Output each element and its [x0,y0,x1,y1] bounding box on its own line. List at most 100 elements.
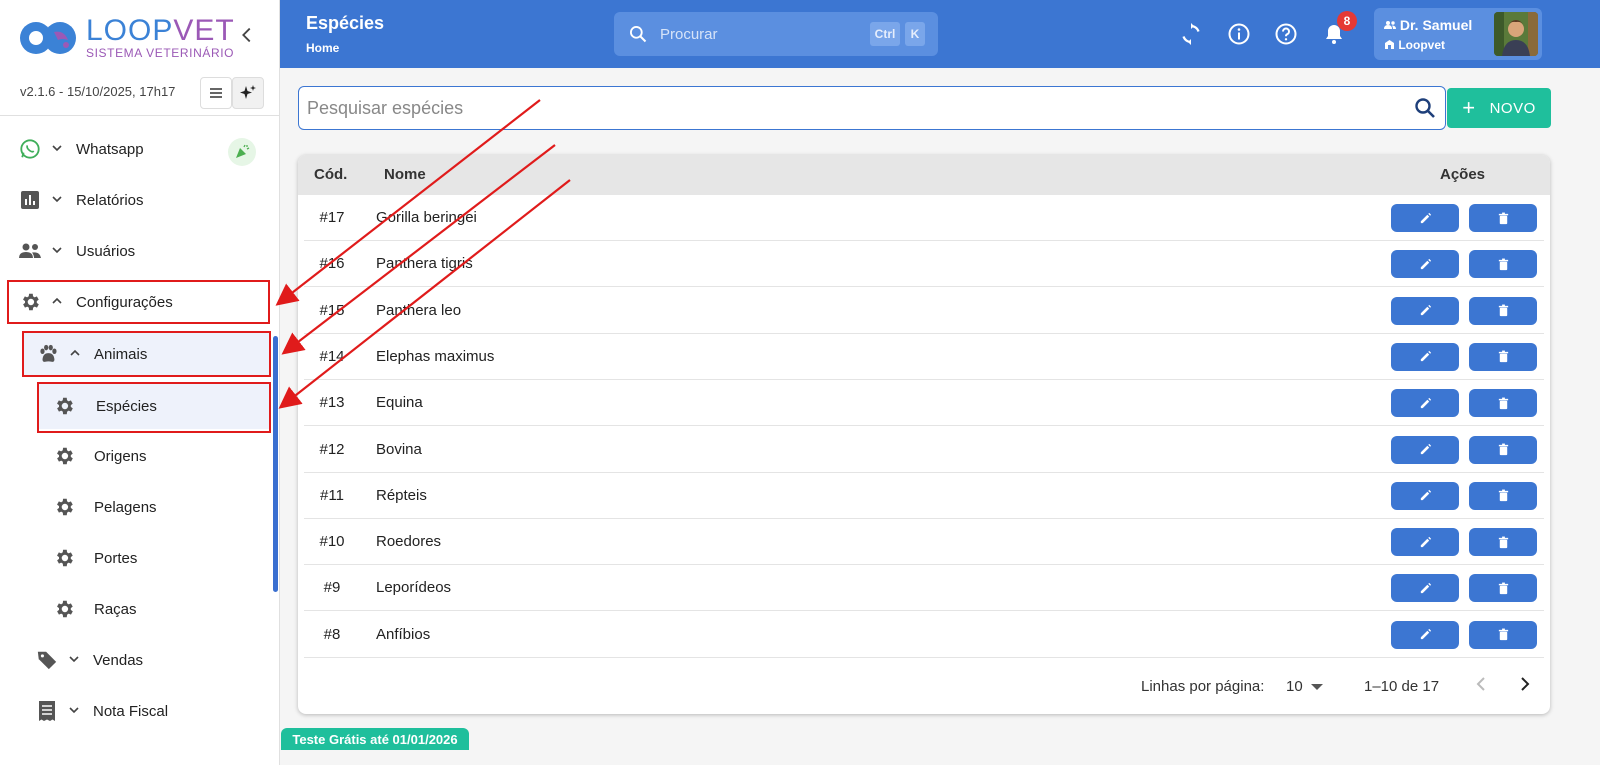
edit-button[interactable] [1391,574,1459,603]
cell-cod: #12 [319,440,345,458]
sidebar-item-pelagens[interactable]: Pelagens [0,484,278,530]
pencil-icon [1420,629,1431,640]
cell-cod: #17 [319,209,345,226]
new-button-label: NOVO [1489,99,1536,117]
cell-cod: #15 [319,301,345,319]
notification-badge: 8 [1337,11,1357,31]
delete-button[interactable] [1469,528,1537,557]
sidebar-item-label: Pelagens [94,498,157,516]
sidebar-item-label: Whatsapp [76,140,144,158]
pencil-icon [1420,397,1431,408]
table-row[interactable]: #12 Bovina [304,427,1544,473]
rows-per-page-select[interactable]: 10 [1286,678,1323,695]
delete-button[interactable] [1469,342,1537,371]
table-row[interactable]: #14 Elephas maximus [304,334,1544,380]
trash-icon [1498,258,1508,270]
edit-button[interactable] [1391,296,1459,325]
chevron-up-icon [66,347,84,362]
table-row[interactable]: #11 Répteis [304,473,1544,519]
version-text: v2.1.6 - 15/10/2025, 17h17 [20,84,176,99]
sidebar-item-origens[interactable]: Origens [0,433,278,479]
global-search[interactable]: Procurar Ctrl K [614,12,938,56]
cell-cod: #9 [323,579,341,597]
sidebar-item-configuracoes[interactable]: Configurações [0,279,278,325]
delete-button[interactable] [1469,250,1537,279]
chevron-down-icon [48,193,66,208]
cell-nome: Panthera leo [376,301,462,319]
edit-button[interactable] [1391,250,1459,279]
user-org-text: Loopvet [1398,38,1446,52]
chevron-down-icon [65,653,83,668]
sidebar-item-usuarios[interactable]: Usuários [0,228,278,274]
sync-icon[interactable] [1179,22,1203,46]
species-search-input[interactable] [307,95,1397,121]
breadcrumb-home[interactable]: Home [306,41,339,55]
sidebar-item-animais[interactable]: Animais [22,331,270,377]
table-row[interactable]: #15 Panthera leo [304,288,1544,334]
sidebar-item-nota-fiscal[interactable]: Nota Fiscal [0,688,278,734]
search-icon [630,26,647,43]
edit-button[interactable] [1391,204,1459,232]
avatar [1494,12,1538,56]
table-row[interactable]: #13 Equina [304,380,1544,427]
delete-button[interactable] [1469,620,1537,649]
prev-page-button[interactable] [1474,675,1488,699]
edit-button[interactable] [1391,342,1459,371]
pencil-icon [1420,305,1431,316]
edit-button[interactable] [1391,389,1459,418]
sidebar-item-especies[interactable]: Espécies [38,383,270,429]
table-row[interactable]: #17 Gorilla beringei [304,195,1544,241]
collapse-sidebar-button[interactable] [236,24,258,46]
brand-logo[interactable]: LOOPVET SISTEMA VETERINÁRIO [18,16,235,59]
trial-banner[interactable]: Teste Grátis até 01/01/2026 [281,728,469,750]
top-header: Espécies Home Procurar Ctrl K 8 Dr. Samu… [280,0,1600,68]
species-search-field[interactable] [298,86,1446,130]
menu-toggle-button[interactable] [200,77,232,109]
delete-button[interactable] [1469,296,1537,325]
user-menu[interactable]: Dr. Samuel Loopvet [1374,8,1542,60]
page-range: 1–10 de 17 [1364,678,1440,695]
delete-button[interactable] [1469,389,1537,418]
edit-button[interactable] [1391,528,1459,557]
party-icon[interactable] [228,138,256,166]
info-icon[interactable] [1227,22,1251,46]
sidebar-item-vendas[interactable]: Vendas [0,637,278,683]
ai-sparkle-button[interactable] [232,77,264,109]
pencil-icon [1420,258,1431,269]
table-row[interactable]: #9 Leporídeos [304,565,1544,612]
sidebar-item-racas[interactable]: Raças [0,586,278,632]
search-icon[interactable] [1413,96,1437,120]
delete-button[interactable] [1469,435,1537,464]
help-icon[interactable] [1274,22,1298,46]
delete-button[interactable] [1469,481,1537,510]
user-org: Loopvet [1384,38,1445,52]
receipt-icon [35,699,59,723]
delete-button[interactable] [1469,204,1537,232]
sidebar-scrollbar[interactable] [273,336,278,592]
table-row[interactable]: #10 Roedores [304,519,1544,566]
table-row[interactable]: #16 Panthera tigris [304,241,1544,288]
column-header-cod[interactable]: Cód. [314,166,347,183]
next-page-button[interactable] [1518,675,1532,699]
gear-icon [52,495,76,519]
edit-button[interactable] [1391,620,1459,649]
column-header-nome[interactable]: Nome [384,166,426,183]
delete-button[interactable] [1469,574,1537,603]
edit-button[interactable] [1391,435,1459,464]
cell-nome: Elephas maximus [376,347,495,365]
hamburger-icon [210,88,222,98]
sidebar-item-label: Origens [94,447,147,465]
new-species-button[interactable]: + NOVO [1447,88,1551,128]
chevron-down-icon [48,244,66,259]
edit-button[interactable] [1391,481,1459,510]
sidebar-item-label: Vendas [93,651,144,669]
sidebar-item-portes[interactable]: Portes [0,535,278,581]
whatsapp-icon [18,137,42,161]
sidebar-item-whatsapp[interactable]: Whatsapp [0,126,278,172]
sidebar-item-relatorios[interactable]: Relatórios [0,177,278,223]
paw-icon [36,342,60,366]
users-icon [18,239,42,263]
table-row[interactable]: #8 Anfíbios [304,612,1544,658]
cell-cod: #11 [320,486,344,504]
chevron-left-icon [1476,677,1485,691]
